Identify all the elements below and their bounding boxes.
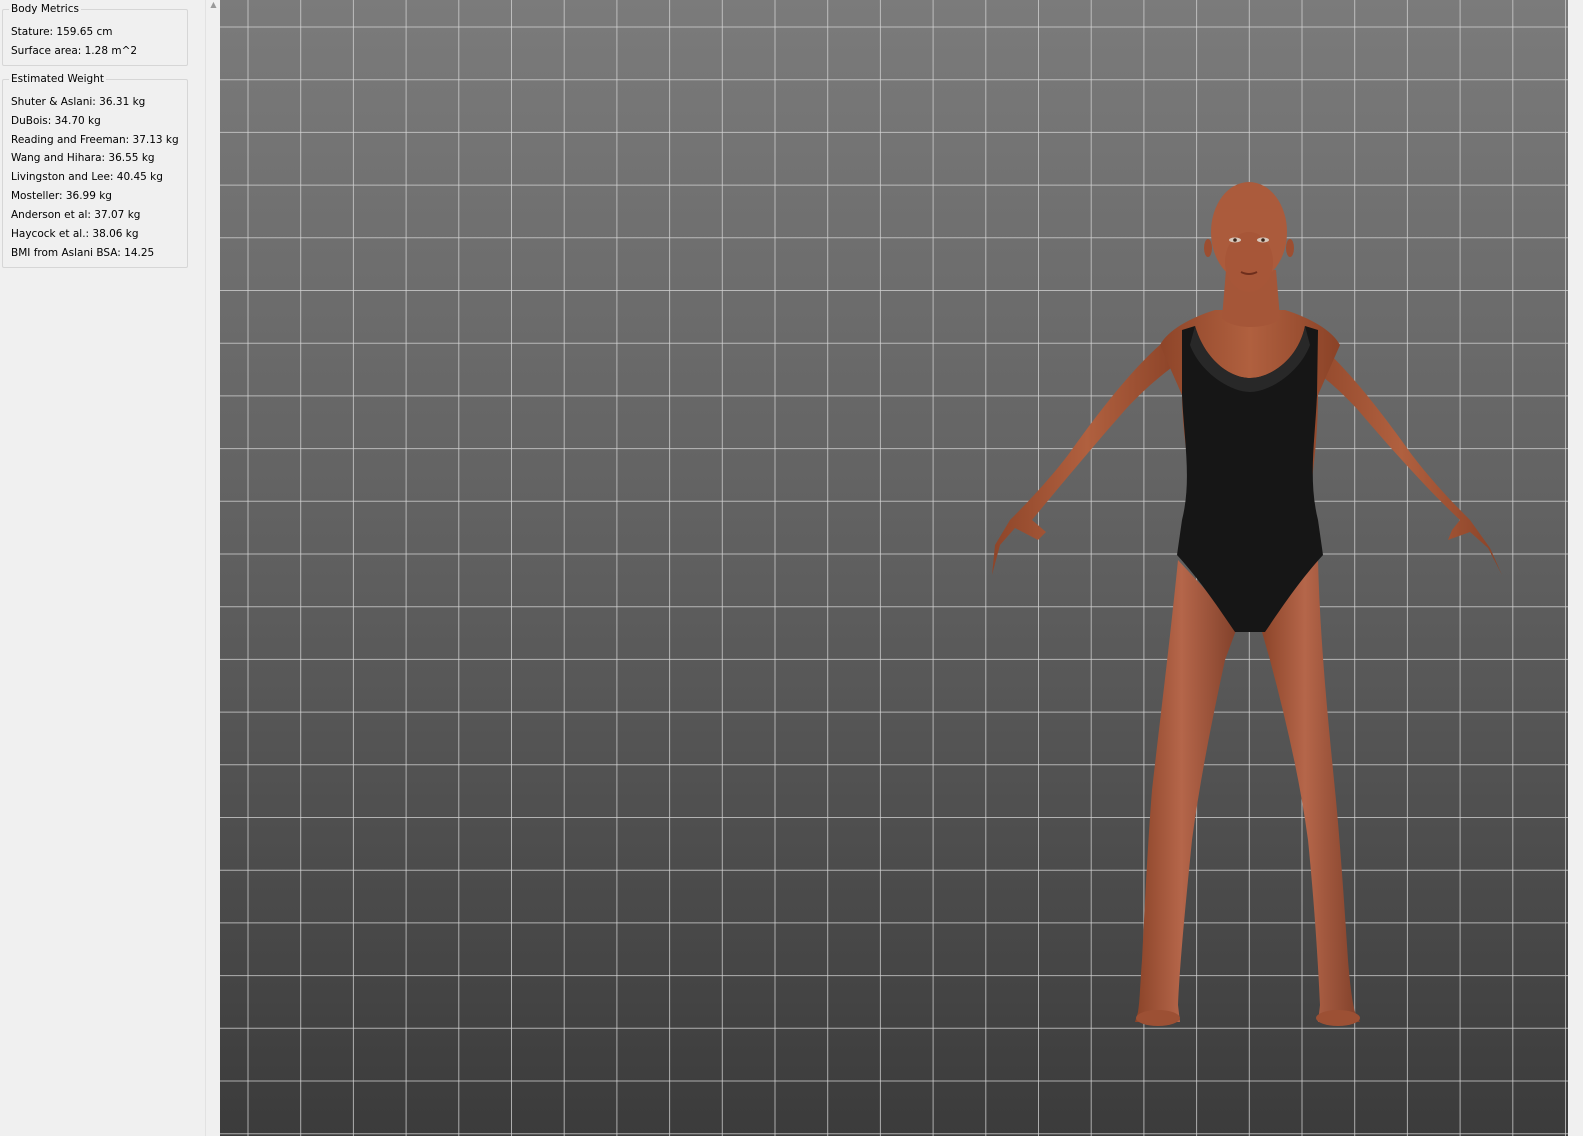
stature-value: Stature: 159.65 cm — [11, 26, 113, 38]
3d-viewport[interactable] — [220, 0, 1568, 1136]
panel-scrollbar[interactable]: ▲ — [205, 0, 220, 1136]
right-edge-strip — [1568, 0, 1583, 1136]
weight-item: Haycock et al.: 38.06 kg — [11, 228, 139, 240]
estimated-weight-group: Estimated Weight Shuter & Aslani: 36.31 … — [2, 73, 188, 268]
estimated-weight-title: Estimated Weight — [9, 73, 106, 86]
chevron-up-icon[interactable]: ▲ — [208, 0, 219, 9]
weight-item: Shuter & Aslani: 36.31 kg — [11, 96, 146, 108]
weight-item: Livingston and Lee: 40.45 kg — [11, 171, 163, 183]
weight-item: DuBois: 34.70 kg — [11, 115, 101, 127]
metrics-panel: Body Metrics Stature: 159.65 cm Surface … — [0, 0, 205, 1136]
surface-area-value: Surface area: 1.28 m^2 — [11, 45, 138, 57]
weight-item: Wang and Hihara: 36.55 kg — [11, 152, 155, 164]
bmi-value: BMI from Aslani BSA: 14.25 — [11, 247, 155, 259]
human-model[interactable] — [220, 0, 1568, 1136]
app-window: Body Metrics Stature: 159.65 cm Surface … — [0, 0, 1583, 1136]
weight-item: Reading and Freeman: 37.13 kg — [11, 134, 179, 146]
weight-item: Anderson et al: 37.07 kg — [11, 209, 141, 221]
weight-item: Mosteller: 36.99 kg — [11, 190, 112, 202]
body-metrics-group: Body Metrics Stature: 159.65 cm Surface … — [2, 3, 188, 66]
body-metrics-title: Body Metrics — [9, 3, 81, 16]
model-body — [992, 182, 1502, 1026]
